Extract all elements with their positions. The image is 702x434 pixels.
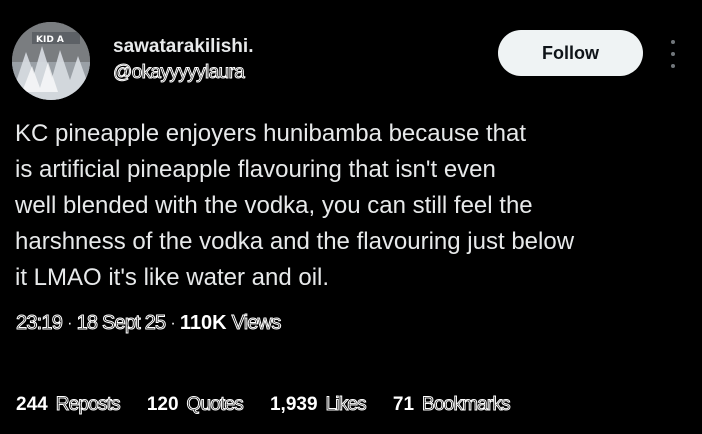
tweet-line: well blended with the vodka, you can sti…	[15, 192, 533, 219]
author-handle[interactable]: @okayyyyylaura	[112, 62, 245, 84]
likes-count: 1,939	[269, 394, 318, 415]
quotes-label: Quotes	[186, 394, 244, 416]
views-label: Views	[231, 312, 282, 335]
bookmarks-count: 71	[392, 394, 415, 415]
tweet-line: KC pineapple enjoyers hunibamba because …	[15, 120, 527, 147]
views-count: 110K	[179, 312, 227, 334]
avatar[interactable]: KID A	[12, 22, 90, 100]
more-vertical-icon[interactable]	[662, 40, 684, 68]
avatar-image: KID A	[12, 22, 90, 100]
tweet-line: is artificial pineapple flavouring that …	[15, 156, 496, 183]
likes-stat[interactable]: 1,939 Likes	[269, 394, 367, 416]
more-dot	[671, 52, 675, 56]
tweet-line: it LMAO it's like water and oil.	[15, 264, 330, 291]
reposts-count: 244	[16, 394, 48, 415]
tweet-meta: 23:19 · 18 Sept 25 · 110K Views	[15, 312, 282, 335]
bookmarks-label: Bookmarks	[422, 394, 512, 416]
follow-button[interactable]: Follow	[498, 30, 643, 76]
reposts-label: Reposts	[55, 394, 121, 416]
bookmarks-stat[interactable]: 71 Bookmarks	[392, 394, 512, 416]
tweet-date[interactable]: 18 Sept 25	[76, 312, 167, 335]
quotes-stat[interactable]: 120 Quotes	[146, 394, 244, 416]
reposts-stat[interactable]: 244 Reposts	[16, 394, 121, 416]
engagement-stats: 244 Reposts 120 Quotes 1,939 Likes 71 Bo…	[16, 394, 537, 416]
quotes-count: 120	[146, 394, 179, 415]
meta-separator: ·	[170, 314, 175, 332]
tweet-time[interactable]: 23:19	[15, 312, 63, 335]
tweet-line: harshness of the vodka and the flavourin…	[15, 228, 575, 255]
meta-separator: ·	[67, 314, 72, 332]
more-dot	[671, 40, 675, 44]
tweet-text: KC pineapple enjoyers hunibamba because …	[15, 116, 695, 296]
author-display-name[interactable]: sawatarakilishi.	[113, 36, 253, 58]
more-dot	[671, 64, 675, 68]
avatar-logo-text: KID A	[36, 35, 64, 45]
likes-label: Likes	[325, 394, 367, 416]
